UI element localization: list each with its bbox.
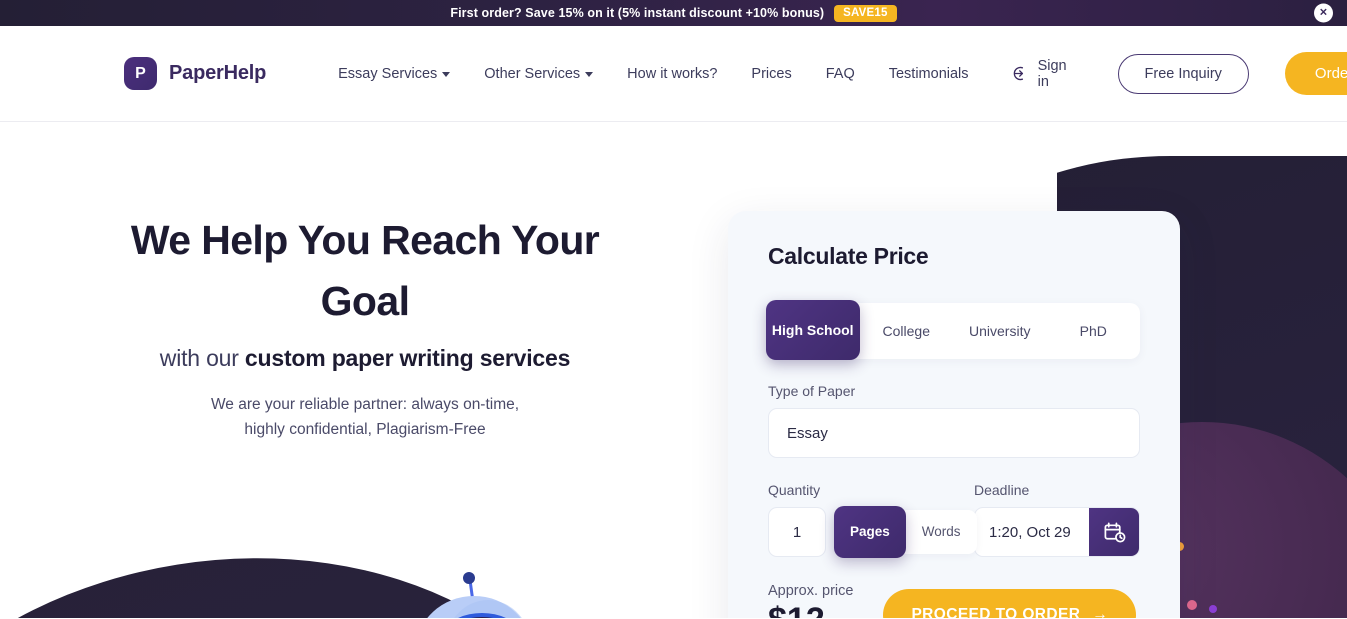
approx-price-value: $12 xyxy=(768,601,853,618)
nav-item-how-it-works[interactable]: How it works? xyxy=(627,66,717,82)
chevron-down-icon xyxy=(442,72,451,77)
quantity-label: Quantity xyxy=(768,482,821,498)
quantity-group: Quantity Pages Words xyxy=(768,458,977,558)
arrow-right-icon: → xyxy=(1092,606,1109,618)
quantity-input[interactable] xyxy=(768,507,826,557)
hero-subheading: with our custom paper writing services xyxy=(0,345,730,372)
tab-high-school[interactable]: High School xyxy=(766,300,860,360)
type-of-paper-select[interactable]: Essay xyxy=(768,408,1140,458)
brand-name: PaperHelp xyxy=(169,62,267,84)
sign-in-button[interactable]: Sign in xyxy=(1013,58,1072,90)
tab-college[interactable]: College xyxy=(860,303,954,359)
approx-price-label: Approx. price xyxy=(768,583,854,599)
chevron-down-icon xyxy=(585,72,594,77)
quantity-deadline-row: Quantity Pages Words Deadline 1:20, Oct … xyxy=(768,458,1140,558)
academic-level-tabs: High School College University PhD xyxy=(766,300,1141,360)
tab-phd[interactable]: PhD xyxy=(1047,303,1141,359)
astronaut-illustration: P xyxy=(370,572,580,618)
approx-price-block: Approx. price $12 xyxy=(768,581,853,618)
proceed-to-order-button[interactable]: PROCEED TO ORDER → xyxy=(883,589,1137,618)
hero-note: We are your reliable partner: always on-… xyxy=(0,392,730,442)
price-calculator-panel: Calculate Price High School College Univ… xyxy=(728,211,1180,618)
promo-banner-text: First order? Save 15% on it (5% instant … xyxy=(450,6,825,20)
hero-section: P We Help You Reach Your Goal with our c… xyxy=(0,122,1347,618)
nav-item-prices[interactable]: Prices xyxy=(751,66,791,82)
main-navigation: Essay Services Other Services How it wor… xyxy=(338,66,968,82)
deadline-field[interactable]: 1:20, Oct 29 xyxy=(974,507,1140,557)
quantity-control: Pages Words xyxy=(768,506,977,558)
deadline-value: 1:20, Oct 29 xyxy=(989,523,1071,541)
price-summary-row: Approx. price $12 PROCEED TO ORDER → xyxy=(768,581,1140,618)
hero-note-line-2: highly confidential, Plagiarism-Free xyxy=(244,421,486,439)
hero-note-line-1: We are your reliable partner: always on-… xyxy=(210,396,520,414)
type-of-paper-label: Type of Paper xyxy=(768,383,856,399)
tab-university[interactable]: University xyxy=(953,303,1047,359)
nav-item-testimonials[interactable]: Testimonials xyxy=(889,66,969,82)
proceed-to-order-label: PROCEED TO ORDER xyxy=(911,606,1081,618)
deadline-label: Deadline xyxy=(974,482,1030,498)
sign-in-label: Sign in xyxy=(1037,57,1067,90)
nav-item-essay-services[interactable]: Essay Services xyxy=(338,65,451,82)
nav-label: Essay Services xyxy=(338,65,438,82)
quantity-unit-toggle: Pages Words xyxy=(834,506,977,558)
promo-code-badge[interactable]: SAVE15 xyxy=(834,4,897,22)
calculator-title: Calculate Price xyxy=(768,243,929,269)
free-inquiry-button[interactable]: Free Inquiry xyxy=(1117,53,1249,94)
unit-words-option[interactable]: Words xyxy=(906,510,977,554)
nav-label: Other Services xyxy=(484,65,581,82)
nav-item-other-services[interactable]: Other Services xyxy=(484,65,594,82)
hero-subheading-lead: with our xyxy=(159,345,245,372)
deadline-group: Deadline 1:20, Oct 29 xyxy=(974,458,1140,557)
login-arrow-icon xyxy=(1013,66,1023,81)
site-header: P PaperHelp Essay Services Other Service… xyxy=(0,26,1347,122)
nav-item-faq[interactable]: FAQ xyxy=(826,66,855,82)
order-now-button[interactable]: Order Now xyxy=(1284,52,1347,95)
promo-banner: First order? Save 15% on it (5% instant … xyxy=(0,0,1347,26)
close-icon[interactable]: ✕ xyxy=(1314,3,1333,23)
unit-pages-option[interactable]: Pages xyxy=(834,506,906,558)
page-title: We Help You Reach Your Goal xyxy=(130,217,600,324)
star-dot xyxy=(1209,605,1217,613)
hero-subheading-strong: custom paper writing services xyxy=(244,345,571,372)
star-dot xyxy=(1187,600,1197,610)
calendar-clock-icon[interactable] xyxy=(1089,508,1139,556)
hero-copy: We Help You Reach Your Goal with our cus… xyxy=(0,122,730,618)
logo-mark-icon: P xyxy=(124,57,157,90)
brand-logo[interactable]: P PaperHelp xyxy=(124,57,266,90)
